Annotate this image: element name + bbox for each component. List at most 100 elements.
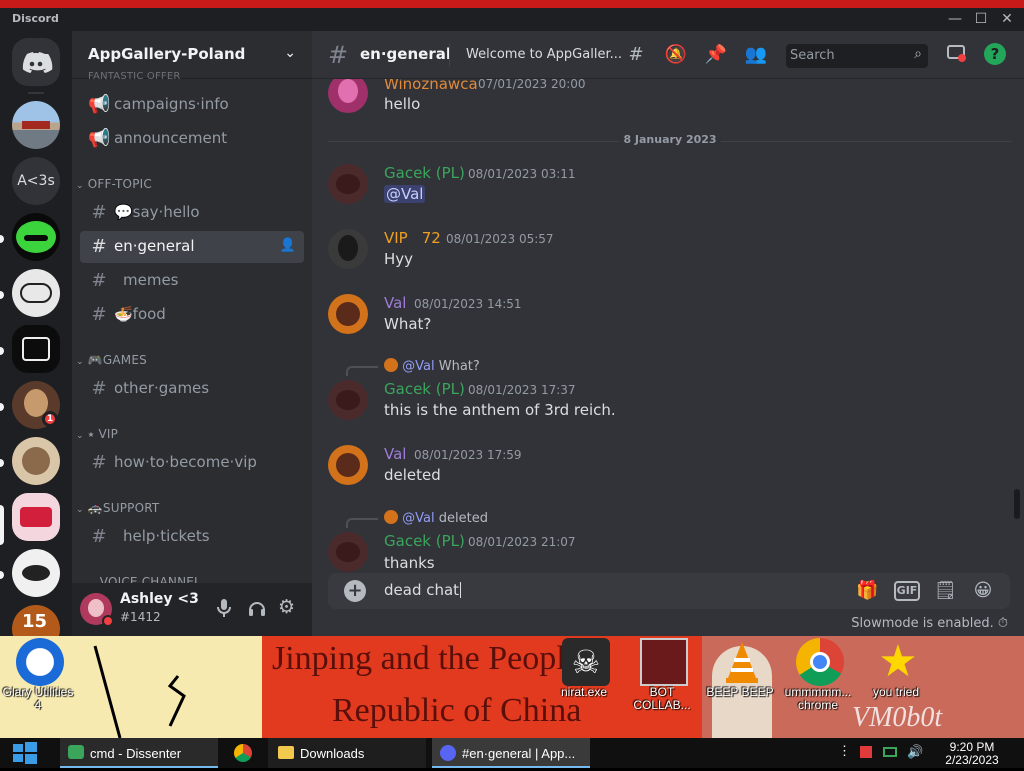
message-author[interactable]: Gacek (PL) bbox=[384, 380, 465, 398]
invite-member-icon[interactable]: 👤 bbox=[280, 238, 296, 253]
message-author[interactable]: Gacek (PL) bbox=[384, 164, 465, 182]
vlc-cone-icon bbox=[718, 638, 766, 686]
attach-plus-button[interactable]: + bbox=[344, 580, 366, 602]
chat-app-icon bbox=[68, 745, 84, 759]
server-icon-text[interactable]: A<3s bbox=[12, 157, 60, 205]
close-button[interactable]: ✕ bbox=[998, 10, 1016, 28]
message-author[interactable]: Val bbox=[384, 294, 406, 312]
help-icon[interactable]: ? bbox=[984, 43, 1006, 65]
channel-campaigns-info[interactable]: 📢 campaigns·info bbox=[80, 89, 304, 121]
channel-announcement[interactable]: 📢 announcement bbox=[80, 123, 304, 155]
user-mention[interactable]: @Val bbox=[384, 185, 426, 203]
channel-memes[interactable]: # memes bbox=[80, 265, 304, 297]
pinned-messages-icon[interactable]: 📌 bbox=[704, 43, 728, 67]
avatar[interactable] bbox=[328, 229, 368, 269]
category-games[interactable]: ⌄ 🎮GAMES bbox=[76, 353, 147, 367]
sticker-icon[interactable]: 🗒 bbox=[934, 580, 957, 602]
unread-pill bbox=[0, 571, 4, 579]
channel-other-games[interactable]: # other·games bbox=[80, 373, 304, 405]
mute-notifications-icon[interactable]: 🔕 bbox=[664, 43, 688, 67]
message-content: deleted bbox=[384, 466, 441, 484]
server-icon-animal[interactable] bbox=[12, 437, 60, 485]
header-divider bbox=[449, 43, 450, 67]
reply-preview[interactable]: @Val deleted bbox=[384, 510, 488, 526]
server-icon-trollface-green[interactable] bbox=[12, 213, 60, 261]
taskbar-item-discord[interactable]: #en·general | App... bbox=[432, 738, 590, 768]
desktop-icon-you-tried[interactable]: ★ you tried bbox=[860, 636, 932, 736]
flag-icon[interactable] bbox=[856, 738, 876, 768]
hash-icon: # bbox=[91, 452, 107, 473]
rail-separator bbox=[28, 92, 44, 94]
taskbar-item-chrome[interactable] bbox=[226, 738, 262, 768]
message-author[interactable]: Val bbox=[384, 445, 406, 463]
server-icon-trollface[interactable] bbox=[12, 269, 60, 317]
unread-pill bbox=[0, 235, 4, 243]
message-author[interactable]: Winoznawca bbox=[384, 79, 478, 93]
search-input[interactable]: Search ⌕ bbox=[786, 44, 928, 68]
inbox-icon[interactable] bbox=[944, 43, 968, 67]
overflow-dots-icon[interactable]: ⋮ bbox=[836, 738, 851, 768]
network-icon[interactable] bbox=[880, 738, 900, 768]
avatar[interactable] bbox=[328, 532, 368, 572]
server-name: AppGallery-Poland bbox=[88, 45, 246, 63]
reply-preview[interactable]: @Val What? bbox=[384, 358, 480, 374]
discord-home-button[interactable] bbox=[12, 38, 60, 86]
message-author[interactable]: Gacek (PL) bbox=[384, 532, 465, 550]
headphones-icon[interactable] bbox=[247, 598, 267, 622]
avatar[interactable] bbox=[328, 445, 368, 485]
maximize-button[interactable]: ☐ bbox=[972, 10, 990, 28]
gif-button[interactable]: GIF bbox=[894, 581, 920, 601]
volume-icon[interactable]: 🔊 bbox=[904, 738, 924, 768]
channel-en-general[interactable]: # en·general 👤 bbox=[80, 231, 304, 263]
channel-topic[interactable]: Welcome to AppGaller... bbox=[466, 47, 622, 62]
avatar[interactable] bbox=[328, 294, 368, 334]
desktop-icon-vlc[interactable]: BEEP BEEP bbox=[704, 636, 776, 736]
server-icon-15[interactable]: 15 bbox=[12, 605, 60, 636]
system-clock[interactable]: 9:20 PM 2/23/2023 bbox=[932, 738, 1012, 768]
channel-say-hello[interactable]: # 💬say·hello bbox=[80, 197, 304, 229]
taskbar-item-cmd[interactable]: cmd - Dissenter bbox=[60, 738, 218, 768]
avatar[interactable] bbox=[328, 380, 368, 420]
reply-spine bbox=[346, 366, 378, 376]
message-author[interactable]: VIP 72 bbox=[384, 229, 441, 247]
folder-icon bbox=[278, 746, 294, 759]
category-off-topic[interactable]: ⌄ OFF-TOPIC bbox=[76, 177, 152, 191]
reply-avatar-icon bbox=[384, 510, 398, 524]
avatar[interactable] bbox=[328, 164, 368, 204]
channel-title: en·general bbox=[360, 45, 451, 63]
server-icon-appgallery[interactable] bbox=[12, 493, 60, 541]
server-icon-robot[interactable] bbox=[12, 325, 60, 373]
avatar[interactable] bbox=[328, 79, 368, 113]
desktop-icon-glary-utilities[interactable]: Glary Utilities 4 bbox=[2, 636, 74, 736]
desktop-icon-bot-collab[interactable]: BOT COLLAB... bbox=[626, 636, 698, 736]
desktop-icon-nirat[interactable]: ☠ nirat.exe bbox=[548, 636, 620, 736]
desktop-icon-chrome[interactable]: ummmmm... chrome bbox=[782, 636, 854, 736]
unread-pill bbox=[0, 459, 4, 467]
threads-icon[interactable]: # bbox=[624, 43, 648, 67]
microphone-icon[interactable] bbox=[216, 597, 232, 619]
title-bar: Discord — ☐ ✕ bbox=[0, 0, 1024, 31]
emoji-icon[interactable]: 😀 bbox=[972, 580, 994, 602]
channel-how-to-become-vip[interactable]: # how·to·become·vip bbox=[80, 447, 304, 479]
star-icon: ★ bbox=[878, 636, 918, 687]
channel-help-tickets[interactable]: # help·tickets bbox=[80, 521, 304, 553]
gift-icon[interactable]: 🎁 bbox=[856, 580, 878, 602]
scrollbar[interactable] bbox=[1014, 489, 1020, 519]
megaphone-icon: 📢 bbox=[88, 128, 111, 149]
message-input[interactable]: dead chat bbox=[384, 581, 462, 599]
app-title: Discord bbox=[12, 12, 59, 25]
user-tag: #1412 bbox=[120, 610, 161, 624]
channel-food[interactable]: # 🍜food bbox=[80, 299, 304, 331]
settings-gear-icon[interactable]: ⚙ bbox=[278, 596, 295, 618]
server-icon-palace[interactable] bbox=[12, 101, 60, 149]
message-composer: + dead chat 🎁 GIF 🗒 😀 bbox=[328, 573, 1010, 609]
server-icon-face[interactable] bbox=[12, 549, 60, 597]
message-content: Hyy bbox=[384, 250, 414, 268]
username: Ashley <3 bbox=[120, 591, 199, 607]
category-support[interactable]: ⌄ 🚓SUPPORT bbox=[76, 501, 159, 515]
category-vip[interactable]: ⌄ ⭑ VIP bbox=[76, 427, 118, 442]
taskbar-item-downloads[interactable]: Downloads bbox=[268, 738, 426, 768]
minimize-button[interactable]: — bbox=[946, 10, 964, 28]
start-button[interactable] bbox=[10, 738, 44, 768]
member-list-icon[interactable]: 👥 bbox=[744, 43, 768, 67]
